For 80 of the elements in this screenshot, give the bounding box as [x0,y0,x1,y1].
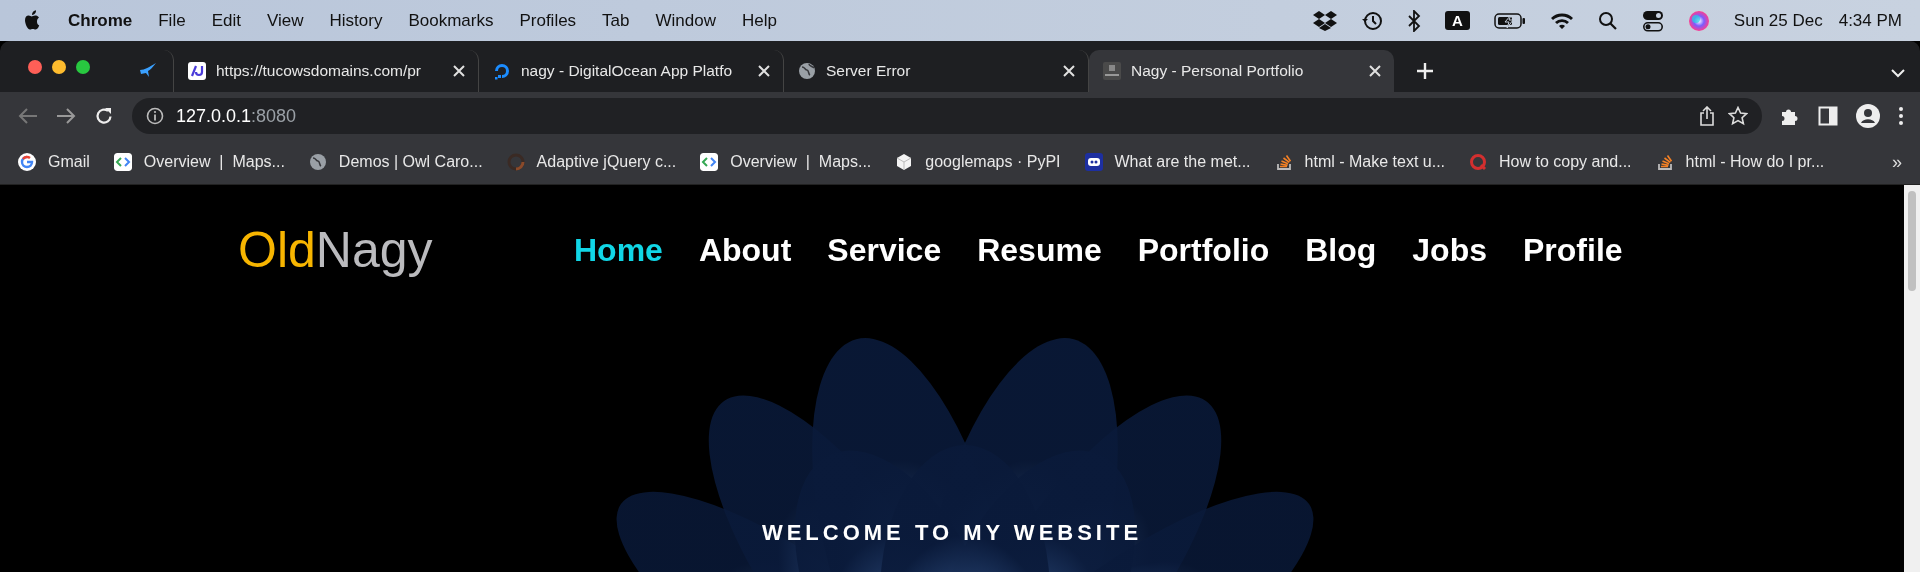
nav-link[interactable]: Blog [1305,231,1377,269]
profile-avatar-icon[interactable] [1856,104,1880,128]
nav-link[interactable]: Profile [1523,231,1623,269]
site-favicon-icon [1103,62,1121,80]
more-menu-icon[interactable] [1898,106,1904,126]
plus-icon[interactable] [1416,62,1434,80]
robot-icon [1084,153,1103,171]
spinner-icon [506,153,525,171]
menu-item[interactable]: View [266,10,304,31]
bookmark-item[interactable]: Demos | Owl Caro... [308,153,483,171]
forward-arrow-icon[interactable] [56,107,76,125]
menu-item[interactable]: History [329,10,383,31]
site-logo[interactable]: OldNagy [238,221,574,279]
siri-icon[interactable] [1687,9,1710,32]
cube-icon [895,153,914,171]
bluetooth-icon[interactable] [1407,9,1421,32]
chevron-down-icon[interactable] [1890,68,1906,78]
address-bar[interactable]: 127.0.0.1:8080 [132,98,1762,134]
stack-icon [1655,153,1674,171]
nav-link[interactable]: Home [574,231,663,269]
nav-link[interactable]: Service [827,231,942,269]
menu-item[interactable]: Tab [602,10,630,31]
info-icon[interactable] [146,107,164,125]
minimize-window-button[interactable] [52,60,66,74]
battery-icon[interactable] [1493,11,1526,30]
nav-link[interactable]: Resume [977,231,1102,269]
globe-icon [798,62,816,80]
search-icon[interactable] [1597,10,1618,31]
bookmark-item[interactable]: What are the met... [1084,153,1251,171]
close-icon[interactable] [1368,64,1382,78]
apple-logo-icon[interactable] [24,10,42,31]
menu-item[interactable]: Bookmarks [408,10,494,31]
bookmark-item[interactable]: Overview | Maps... [700,153,872,171]
menu-item[interactable]: File [158,10,186,31]
bookmarks-overflow-button[interactable]: » [1892,151,1902,173]
app-menu[interactable]: Chrome [68,10,133,31]
ring-logo-icon [1469,153,1488,171]
back-arrow-icon[interactable] [18,107,38,125]
bookmark-item[interactable]: Overview | Maps... [113,153,285,171]
close-icon[interactable] [452,64,466,78]
bookmark-item[interactable]: html - How do I pr... [1655,153,1825,171]
star-icon[interactable] [1728,106,1748,126]
code-brackets-icon [700,153,719,171]
menu-item[interactable]: Profiles [519,10,577,31]
bookmark-item[interactable]: html - Make text u... [1274,153,1446,171]
menu-item[interactable]: Window [655,10,716,31]
nav-link[interactable]: Jobs [1412,231,1487,269]
menu-item[interactable]: Edit [211,10,241,31]
menu-item[interactable]: Help [742,10,777,31]
zoom-window-button[interactable] [76,60,90,74]
bookmark-item[interactable]: Gmail [18,153,90,171]
site-favicon-icon [188,62,206,80]
code-brackets-icon [113,153,132,171]
wifi-icon[interactable] [1549,11,1574,30]
date-text[interactable]: Sun 25 Dec [1733,10,1823,31]
bookmark-item[interactable]: googlemaps · PyPI [895,153,1061,171]
share-icon[interactable] [1698,106,1716,126]
bookmark-item[interactable]: How to copy and... [1469,153,1632,171]
input-source-indicator[interactable]: A [1445,11,1470,30]
close-icon[interactable] [757,64,771,78]
globe-icon [308,153,327,171]
browser-tab[interactable]: Nagy - Personal Portfolio [1089,50,1394,92]
scrollbar-thumb[interactable] [1908,191,1916,291]
dropbox-icon[interactable] [1313,10,1337,31]
google-logo-icon [18,153,36,171]
url-text: 127.0.0.1:8080 [176,105,297,127]
close-window-button[interactable] [28,60,42,74]
clock-history-icon[interactable] [1361,9,1383,32]
side-panel-icon[interactable] [1818,106,1838,126]
welcome-heading: WELCOME TO MY WEBSITE [760,520,1144,546]
nav-link[interactable]: About [698,231,792,269]
control-center-icon[interactable] [1641,9,1664,32]
site-favicon-icon [493,62,511,80]
bookmark-item[interactable]: Adaptive jQuery c... [506,153,677,171]
close-icon[interactable] [1062,64,1076,78]
scrollbar[interactable] [1904,185,1920,572]
nav-link[interactable]: Portfolio [1137,231,1270,269]
reload-icon[interactable] [94,106,114,126]
time-text[interactable]: 4:34 PM [1838,10,1902,31]
stack-icon [1274,153,1293,171]
